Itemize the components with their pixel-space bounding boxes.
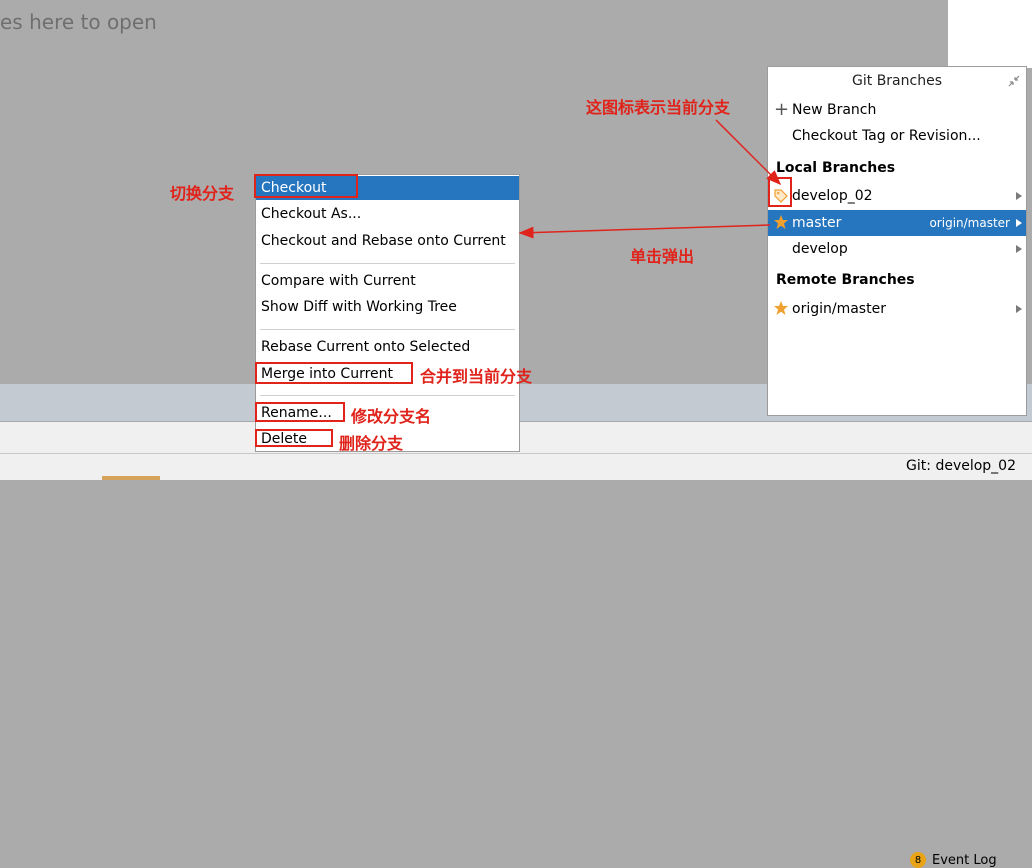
annotation-delete: 删除分支 [339, 434, 404, 453]
event-count-badge: 8 [910, 852, 926, 868]
event-log-button[interactable]: 8 Event Log [910, 852, 997, 868]
annotation-current-branch-icon: 这图标表示当前分支 [586, 98, 731, 117]
annotation-merge: 合并到当前分支 [420, 367, 533, 386]
arrow-click-popup [518, 224, 771, 239]
arrow-current-icon [715, 119, 782, 186]
annotation-arrows [518, 119, 782, 239]
annotation-click-popup: 单击弹出 [630, 247, 695, 266]
annotation-rename: 修改分支名 [351, 407, 432, 426]
annotation-switch-branch: 切换分支 [170, 184, 235, 203]
event-log-label: Event Log [932, 852, 997, 868]
